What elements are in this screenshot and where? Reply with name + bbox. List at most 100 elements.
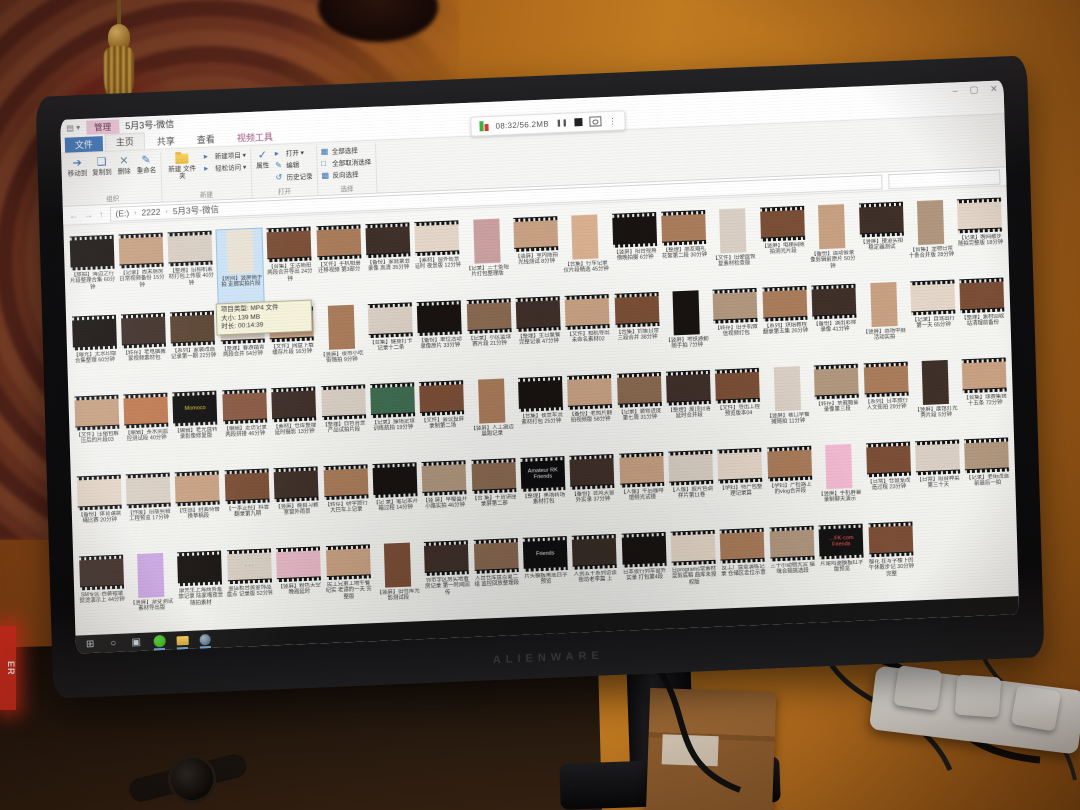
file-item[interactable]: 【日常】阳台种菜第三十天	[913, 438, 963, 516]
file-item[interactable]: 【文件】旧硬盘恢复素材检查版	[709, 207, 759, 285]
back-icon[interactable]: ←	[69, 210, 78, 220]
file-item[interactable]: 【素材】仓库整理延时摄影 13分钟	[270, 385, 320, 463]
search-icon[interactable]: ○	[107, 636, 120, 650]
file-item[interactable]: 【记录】三十条短片打包整理版	[462, 217, 512, 295]
file-item[interactable]: 反工厂盘查演练记录 仓储区走位示意	[718, 527, 768, 605]
move-to-button[interactable]: ➔ 移动到	[67, 156, 88, 178]
file-item[interactable]: 【竖屏】巷口早餐摊随拍 11分钟	[763, 365, 813, 443]
file-item[interactable]: 【合集】健身打卡记录十二条	[366, 301, 416, 379]
file-item[interactable]: 人员仓库盘点第二组 监控回放整理段	[472, 537, 522, 615]
file-item[interactable]: 【整理】朋友婚礼花絮第二段 30分钟	[660, 209, 710, 287]
file-item[interactable]: 【竖屏】人工湖边晨跑记录	[467, 377, 517, 455]
file-item[interactable]: 【文件】会议投屏录制第二场	[418, 379, 468, 457]
file-item[interactable]: 【竖屏】阳台视角傍晚拍摄 6分钟	[610, 211, 660, 289]
history-button[interactable]: ↺ 历史记录	[275, 170, 312, 182]
file-item[interactable]: 【备份】家庭聚会录像 高清 35分钟	[364, 221, 414, 299]
file-item[interactable]: 【记录】老街改造前最后一拍	[963, 436, 1013, 514]
file-item[interactable]: 【备份】老照片翻拍视频版 58分钟	[566, 373, 616, 451]
tab-共享[interactable]: 共享	[147, 133, 185, 150]
file-item[interactable]: 【竖屏】粉色天空晚霞延时	[274, 545, 324, 623]
explorer-icon[interactable]	[175, 633, 189, 647]
screenshot-icon[interactable]	[589, 116, 602, 127]
file-item[interactable]: 【作废】旧版剪辑工程预览 17分钟	[124, 472, 174, 550]
file-item[interactable]: 【文件】压缩包解压后的片段03	[72, 394, 122, 472]
tab-文件[interactable]: 文件	[64, 136, 104, 153]
file-item[interactable]: 【系列】日本旅行人文街拍 29分钟	[862, 361, 912, 439]
delete-button[interactable]: ✕ 删除	[116, 154, 132, 176]
file-item[interactable]: 【人像】胶片色调样片第11卷	[667, 449, 717, 527]
file-item[interactable]: 【转存】研学旅行大巴车上记录	[321, 463, 371, 541]
task-view-icon[interactable]: ▣	[129, 635, 142, 649]
file-item[interactable]: 【整理】生日聚餐完整记录 47分钟	[514, 295, 564, 373]
more-icon[interactable]: ⋮	[608, 116, 616, 125]
new-folder-button[interactable]: 新建 文件夹	[165, 151, 200, 180]
start-icon[interactable]: ⊞	[84, 637, 97, 651]
file-item[interactable]: 【竖屏】旧仓库光影测试段	[373, 541, 423, 619]
rename-button[interactable]: ✎ 重命名	[136, 153, 157, 175]
file-item[interactable]: 【竖 屏】早樱盛开小路实拍 46分钟	[420, 459, 470, 537]
quick-access-toolbar[interactable]: ▤ ▾	[66, 123, 80, 133]
file-item[interactable]: 【一本正经】科普翻录第九期	[223, 467, 273, 545]
edit-button[interactable]: ✎ 编辑	[275, 158, 312, 170]
file-item[interactable]: 【整理】素材回收站清理前备份	[958, 276, 1008, 354]
file-item[interactable]: 民工兄弟工地午餐纪实 老谭的一天 完整版	[324, 543, 374, 621]
file-item[interactable]: 【合集】生活随拍两段合并导出 24分钟	[265, 225, 315, 303]
file-item[interactable]: 【竖屏】商场中庭活动实拍	[859, 281, 909, 359]
file-item[interactable]: 【旅拍】海边之行片段整理合集 60分钟	[68, 234, 118, 312]
file-item[interactable]: 【人像】午后咖啡馆侧光试镜	[617, 451, 667, 529]
file-item[interactable]: 日本夜行列车窗外实录 打包第4段	[620, 531, 670, 609]
file-item[interactable]: 樱花 在写字楼下的午休散步记 30分钟完整	[866, 520, 916, 598]
file-item[interactable]: 【系列】烘焙教程翻录第五集 26分钟	[761, 285, 811, 363]
file-item[interactable]: 【编辑】走访记录两段拼接 46分钟	[220, 387, 270, 465]
file-item[interactable]: 【文件】导出工程预览版本04	[714, 367, 764, 445]
file-item[interactable]: SM专区·西装褶皱熨烫演示上 44分钟	[77, 554, 127, 632]
file-item[interactable]: 【孕妇】产检路上的vlog合并段	[765, 445, 815, 523]
file-item[interactable]: 【竖屏】楼道实拍稳定器测试	[857, 201, 907, 279]
file-item[interactable]: 【整理】白色背景产品试拍片段	[319, 383, 369, 461]
select-none-button[interactable]: □ 全部取消选择	[321, 156, 371, 168]
file-item[interactable]: 【备份】演出彩排录像 41分钟	[810, 283, 860, 361]
file-item[interactable]: 【合集】球赛集锦十五条 72分钟	[960, 356, 1010, 434]
file-item[interactable]: 【合 集】干货讲座录屏第二部	[469, 457, 519, 535]
file-item[interactable]: 【合集】钓鱼日常三段合并 38分钟	[613, 291, 663, 369]
file-item[interactable]: 日programs常素材混剪底稿 曲库未授权版	[669, 529, 719, 607]
file-item[interactable]: 【记录】周末厨房日常视频备份 15分钟	[117, 232, 167, 310]
file-item[interactable]: 【备份】单位活动录像原片 33分钟	[415, 299, 465, 377]
file-item[interactable]: 【编辑】茶水间监控测试段 40分钟	[122, 392, 172, 470]
file-item[interactable]: 人到五十系列访谈 街坊老李篇 上	[570, 533, 620, 611]
file-item[interactable]: 三十小动物大赏 猫咪合辑挑选段	[768, 525, 818, 603]
properties-button[interactable]: ✓ 属性	[255, 148, 271, 170]
file-item[interactable]: 【记 录】笔记本开箱过程 14分钟	[371, 461, 421, 539]
file-item[interactable]: 【转存】亲戚婚宴录像第三段	[812, 363, 862, 441]
select-all-button[interactable]: ▦ 全部选择	[321, 144, 371, 156]
invert-selection-button[interactable]: ▩ 反向选择	[321, 168, 371, 180]
file-item[interactable]: 【竖屏】电梯间随拍测光片段	[758, 205, 808, 283]
file-item[interactable]: 【日常】仓鼠笼改造过程 23分钟	[864, 441, 914, 519]
file-item[interactable]: 【房间】竖屏随手拍 走廊实拍片段	[215, 227, 266, 306]
file-item[interactable]: 【竖屏】地铁通勤随手拍 7分钟	[662, 289, 712, 367]
forward-icon[interactable]: →	[84, 210, 93, 220]
file-item[interactable]: 【备份】运动会录像剪辑前原片 50分钟	[808, 203, 858, 281]
file-item[interactable]: 【系列】家装改造记录第一期 22分钟	[169, 310, 219, 388]
file-item[interactable]: 【备份】台风天窗外实录 37分钟	[568, 453, 618, 531]
file-item[interactable]: 【整理】屋顶日落延时合并段	[664, 369, 714, 447]
file-item[interactable]: 【文件】相机导出未命名素材02	[563, 293, 613, 371]
file-item[interactable]: 【竖屏】手机屏幕录制聊天演示	[815, 443, 865, 521]
file-item[interactable]: 【孕妇】待产包整理记录篇	[716, 447, 766, 525]
file-item[interactable]: 【素材】窗外街景延时 夜景版 12分钟	[413, 219, 463, 297]
file-item[interactable]: 【性感】封面待替换草稿段	[173, 469, 223, 547]
tab-视频工具[interactable]: 视频工具	[227, 129, 283, 146]
up-icon[interactable]: ↑	[99, 209, 104, 219]
file-item[interactable]: 【竖屏】夜市小吃街随拍 9分钟	[317, 303, 367, 381]
file-item[interactable]: 【竖屏】晚自习教室窗外雨景	[272, 465, 322, 543]
pause-icon[interactable]: ❚❚	[556, 119, 568, 127]
file-item[interactable]: 【文件】手机相册迁移视频 第3部分	[314, 223, 364, 301]
maximize-button[interactable]: ▢	[969, 84, 978, 95]
tab-主页[interactable]: 主页	[104, 132, 146, 152]
file-item[interactable]: 【记录】操场足球训练航拍 19分钟	[368, 381, 418, 459]
file-item[interactable]: 【记录】装修进度第七周 31分钟	[615, 371, 665, 449]
file-item[interactable]: 【竖屏】展馆灯光秀片段 5分钟	[911, 358, 961, 436]
browser-icon[interactable]	[198, 632, 211, 646]
search-input[interactable]	[888, 169, 1001, 189]
file-item[interactable]: 【合集】夜景车流素材打包 25分钟	[516, 375, 566, 453]
